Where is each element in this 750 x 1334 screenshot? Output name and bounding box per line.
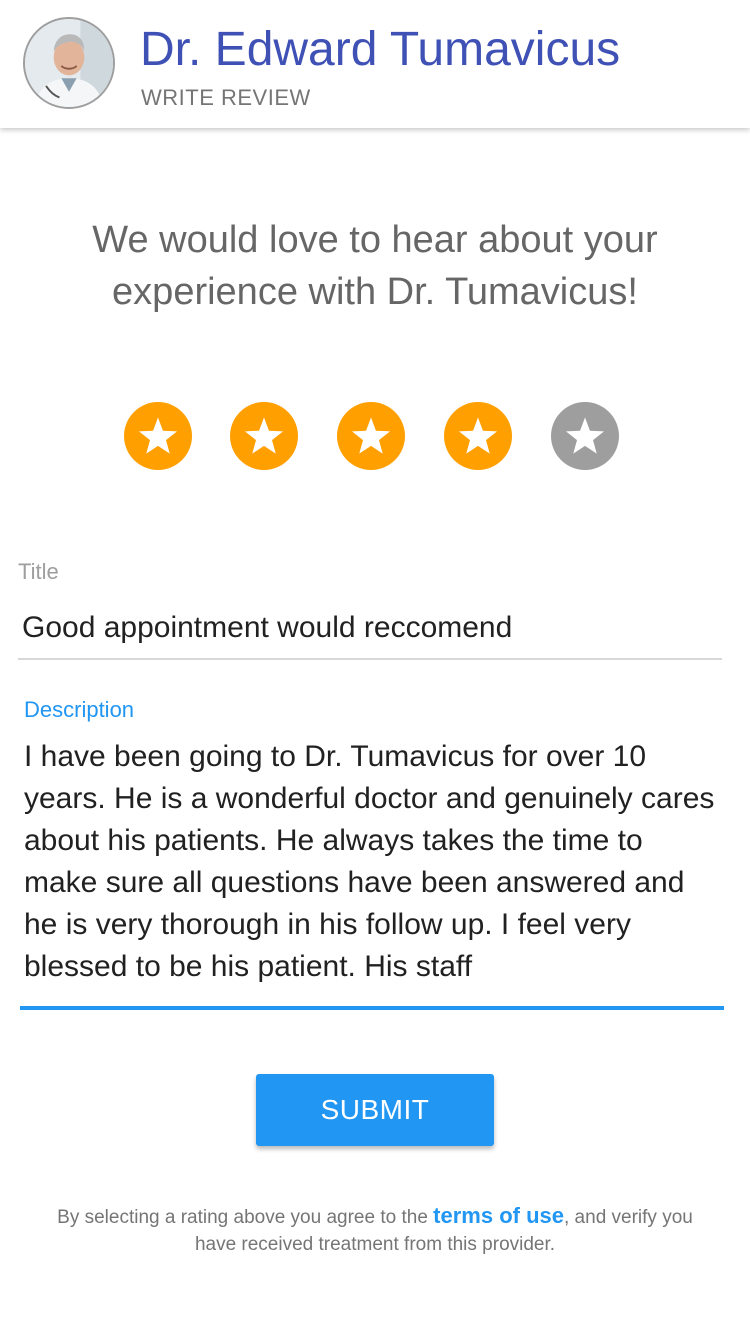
disclaimer-text-start: By selecting a rating above you agree to… [57,1207,434,1228]
doctor-photo [25,19,113,107]
star-1-icon[interactable] [124,402,192,470]
star-3-icon[interactable] [337,402,405,470]
description-underline-focused [20,1006,724,1010]
description-label: Description [24,697,135,722]
star-2-icon[interactable] [230,402,298,470]
page-subtitle: WRITE REVIEW [141,85,311,110]
star-5-icon[interactable] [551,402,619,470]
star-4-icon[interactable] [444,402,512,470]
doctor-avatar[interactable] [23,17,115,109]
terms-of-use-link[interactable]: terms of use [433,1203,564,1228]
star-rating [0,402,750,470]
title-underline [18,658,722,660]
terms-disclaimer: By selecting a rating above you agree to… [40,1202,710,1258]
title-input[interactable]: Good appointment would reccomend [22,610,722,646]
description-textarea[interactable]: I have been going to Dr. Tumavicus for o… [24,736,724,990]
submit-button[interactable]: SUBMIT [256,1074,494,1146]
doctor-name: Dr. Edward Tumavicus [140,23,621,76]
app-header: Dr. Edward Tumavicus WRITE REVIEW [0,0,750,128]
title-label: Title [18,559,59,584]
review-prompt: We would love to hear about your experie… [92,219,658,313]
